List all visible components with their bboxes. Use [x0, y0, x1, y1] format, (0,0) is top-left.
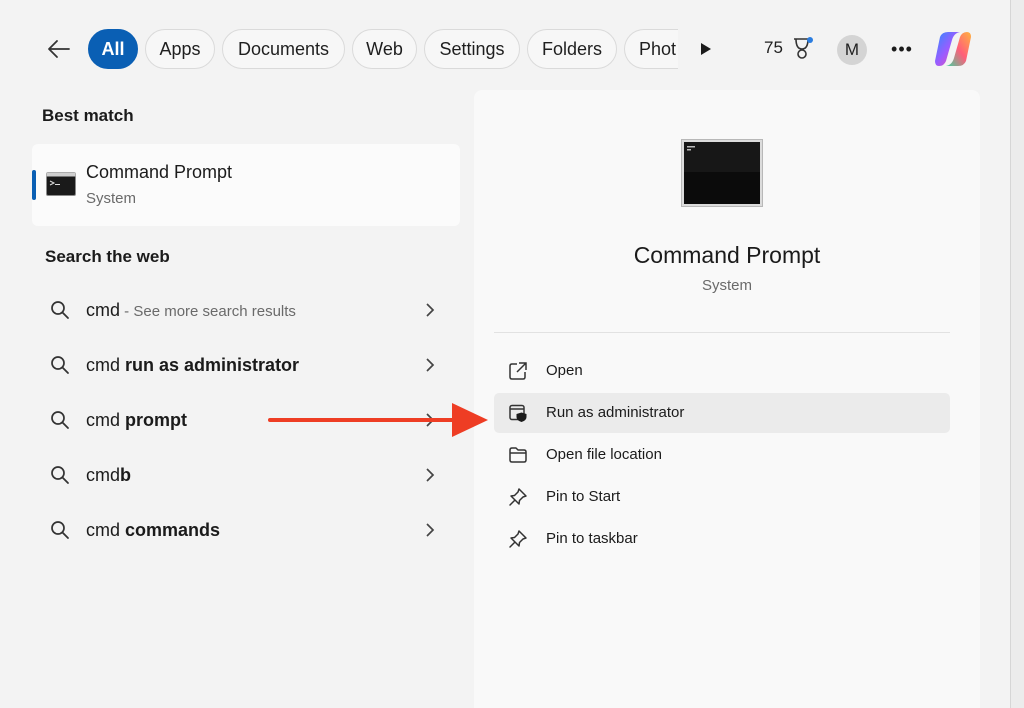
command-prompt-large-icon: [681, 139, 763, 207]
rewards-points: 75: [764, 38, 783, 57]
action-label: Open: [546, 362, 583, 379]
query-prefix: cmd: [86, 410, 126, 430]
action-label: Pin to taskbar: [546, 530, 638, 547]
admin-shield-icon: [509, 404, 527, 422]
rewards-trophy-icon[interactable]: [790, 36, 814, 62]
copilot-icon[interactable]: [932, 29, 974, 69]
action-label: Run as administrator: [546, 404, 685, 421]
app-detail-pane: Command Prompt System Open Run as admini…: [474, 90, 980, 708]
action-open-file-location[interactable]: Open file location: [494, 435, 950, 475]
back-arrow-icon: [48, 40, 70, 58]
action-label: Pin to Start: [546, 488, 621, 505]
open-external-icon: [509, 362, 527, 380]
scroll-filters-button[interactable]: [694, 37, 718, 61]
chevron-right-icon: [426, 523, 435, 537]
chevron-right-icon: [426, 468, 435, 482]
web-result-cmd-run-as-administrator[interactable]: cmd run as administrator: [32, 342, 460, 388]
filter-chip-all[interactable]: All: [88, 29, 138, 69]
pin-icon: [509, 530, 527, 548]
filter-chip-web[interactable]: Web: [352, 29, 417, 69]
web-result-text: cmd commands: [86, 520, 220, 541]
pin-icon: [509, 488, 527, 506]
action-open[interactable]: Open: [494, 351, 950, 391]
query-prefix: cmd: [86, 355, 126, 375]
web-result-cmdb[interactable]: cmdb: [32, 452, 460, 498]
command-prompt-icon: [46, 172, 76, 196]
query-prefix: cmd: [86, 300, 121, 320]
filter-chip-documents[interactable]: Documents: [222, 29, 345, 69]
chevron-right-icon: [426, 358, 435, 372]
query-completion: commands: [125, 520, 221, 540]
query-completion: prompt: [125, 410, 188, 430]
query-prefix: cmd: [86, 465, 121, 485]
best-match-command-prompt[interactable]: Command Prompt System: [32, 144, 460, 226]
action-label: Open file location: [546, 446, 662, 463]
search-icon: [51, 301, 69, 319]
query-prefix: cmd: [86, 520, 126, 540]
annotation-arrow: [268, 403, 488, 437]
web-result-text: cmd prompt: [86, 410, 187, 431]
selection-indicator: [32, 170, 36, 200]
detail-title: Command Prompt: [633, 242, 821, 268]
action-pin-to-taskbar[interactable]: Pin to taskbar: [494, 519, 950, 559]
best-match-title: Command Prompt: [86, 162, 233, 182]
query-completion: run as administrator: [125, 355, 300, 375]
chevron-right-icon: [426, 303, 435, 317]
filter-chip-settings[interactable]: Settings: [424, 29, 520, 69]
search-icon: [51, 466, 69, 484]
folder-icon: [509, 447, 527, 463]
web-result-text: cmd - See more search results: [86, 300, 296, 321]
best-match-heading: Best match: [42, 106, 134, 125]
web-result-cmd[interactable]: cmd - See more search results: [32, 287, 460, 333]
web-result-text: cmdb: [86, 465, 131, 486]
web-result-cmd-commands[interactable]: cmd commands: [32, 507, 460, 553]
search-icon: [51, 356, 69, 374]
web-result-text: cmd run as administrator: [86, 355, 299, 376]
account-avatar[interactable]: M: [837, 35, 867, 65]
search-icon: [51, 411, 69, 429]
detail-subtitle: System: [701, 277, 752, 294]
divider: [494, 332, 950, 333]
filter-chip-photos[interactable]: Phot: [624, 29, 678, 69]
search-icon: [51, 521, 69, 539]
action-pin-to-start[interactable]: Pin to Start: [494, 477, 950, 517]
desktop-edge: [1011, 0, 1024, 708]
more-options-button[interactable]: •••: [888, 35, 916, 63]
action-run-as-administrator[interactable]: Run as administrator: [494, 393, 950, 433]
play-triangle-icon: [701, 43, 711, 55]
query-hint: - See more search results: [120, 303, 296, 320]
start-search-window: All Apps Documents Web Settings Folders …: [0, 0, 1011, 708]
filter-chip-folders[interactable]: Folders: [527, 29, 617, 69]
search-web-heading: Search the web: [45, 247, 170, 266]
best-match-subtitle: System: [86, 190, 137, 207]
query-completion: b: [120, 465, 132, 485]
back-button[interactable]: [44, 33, 74, 65]
filter-chip-apps[interactable]: Apps: [145, 29, 215, 69]
